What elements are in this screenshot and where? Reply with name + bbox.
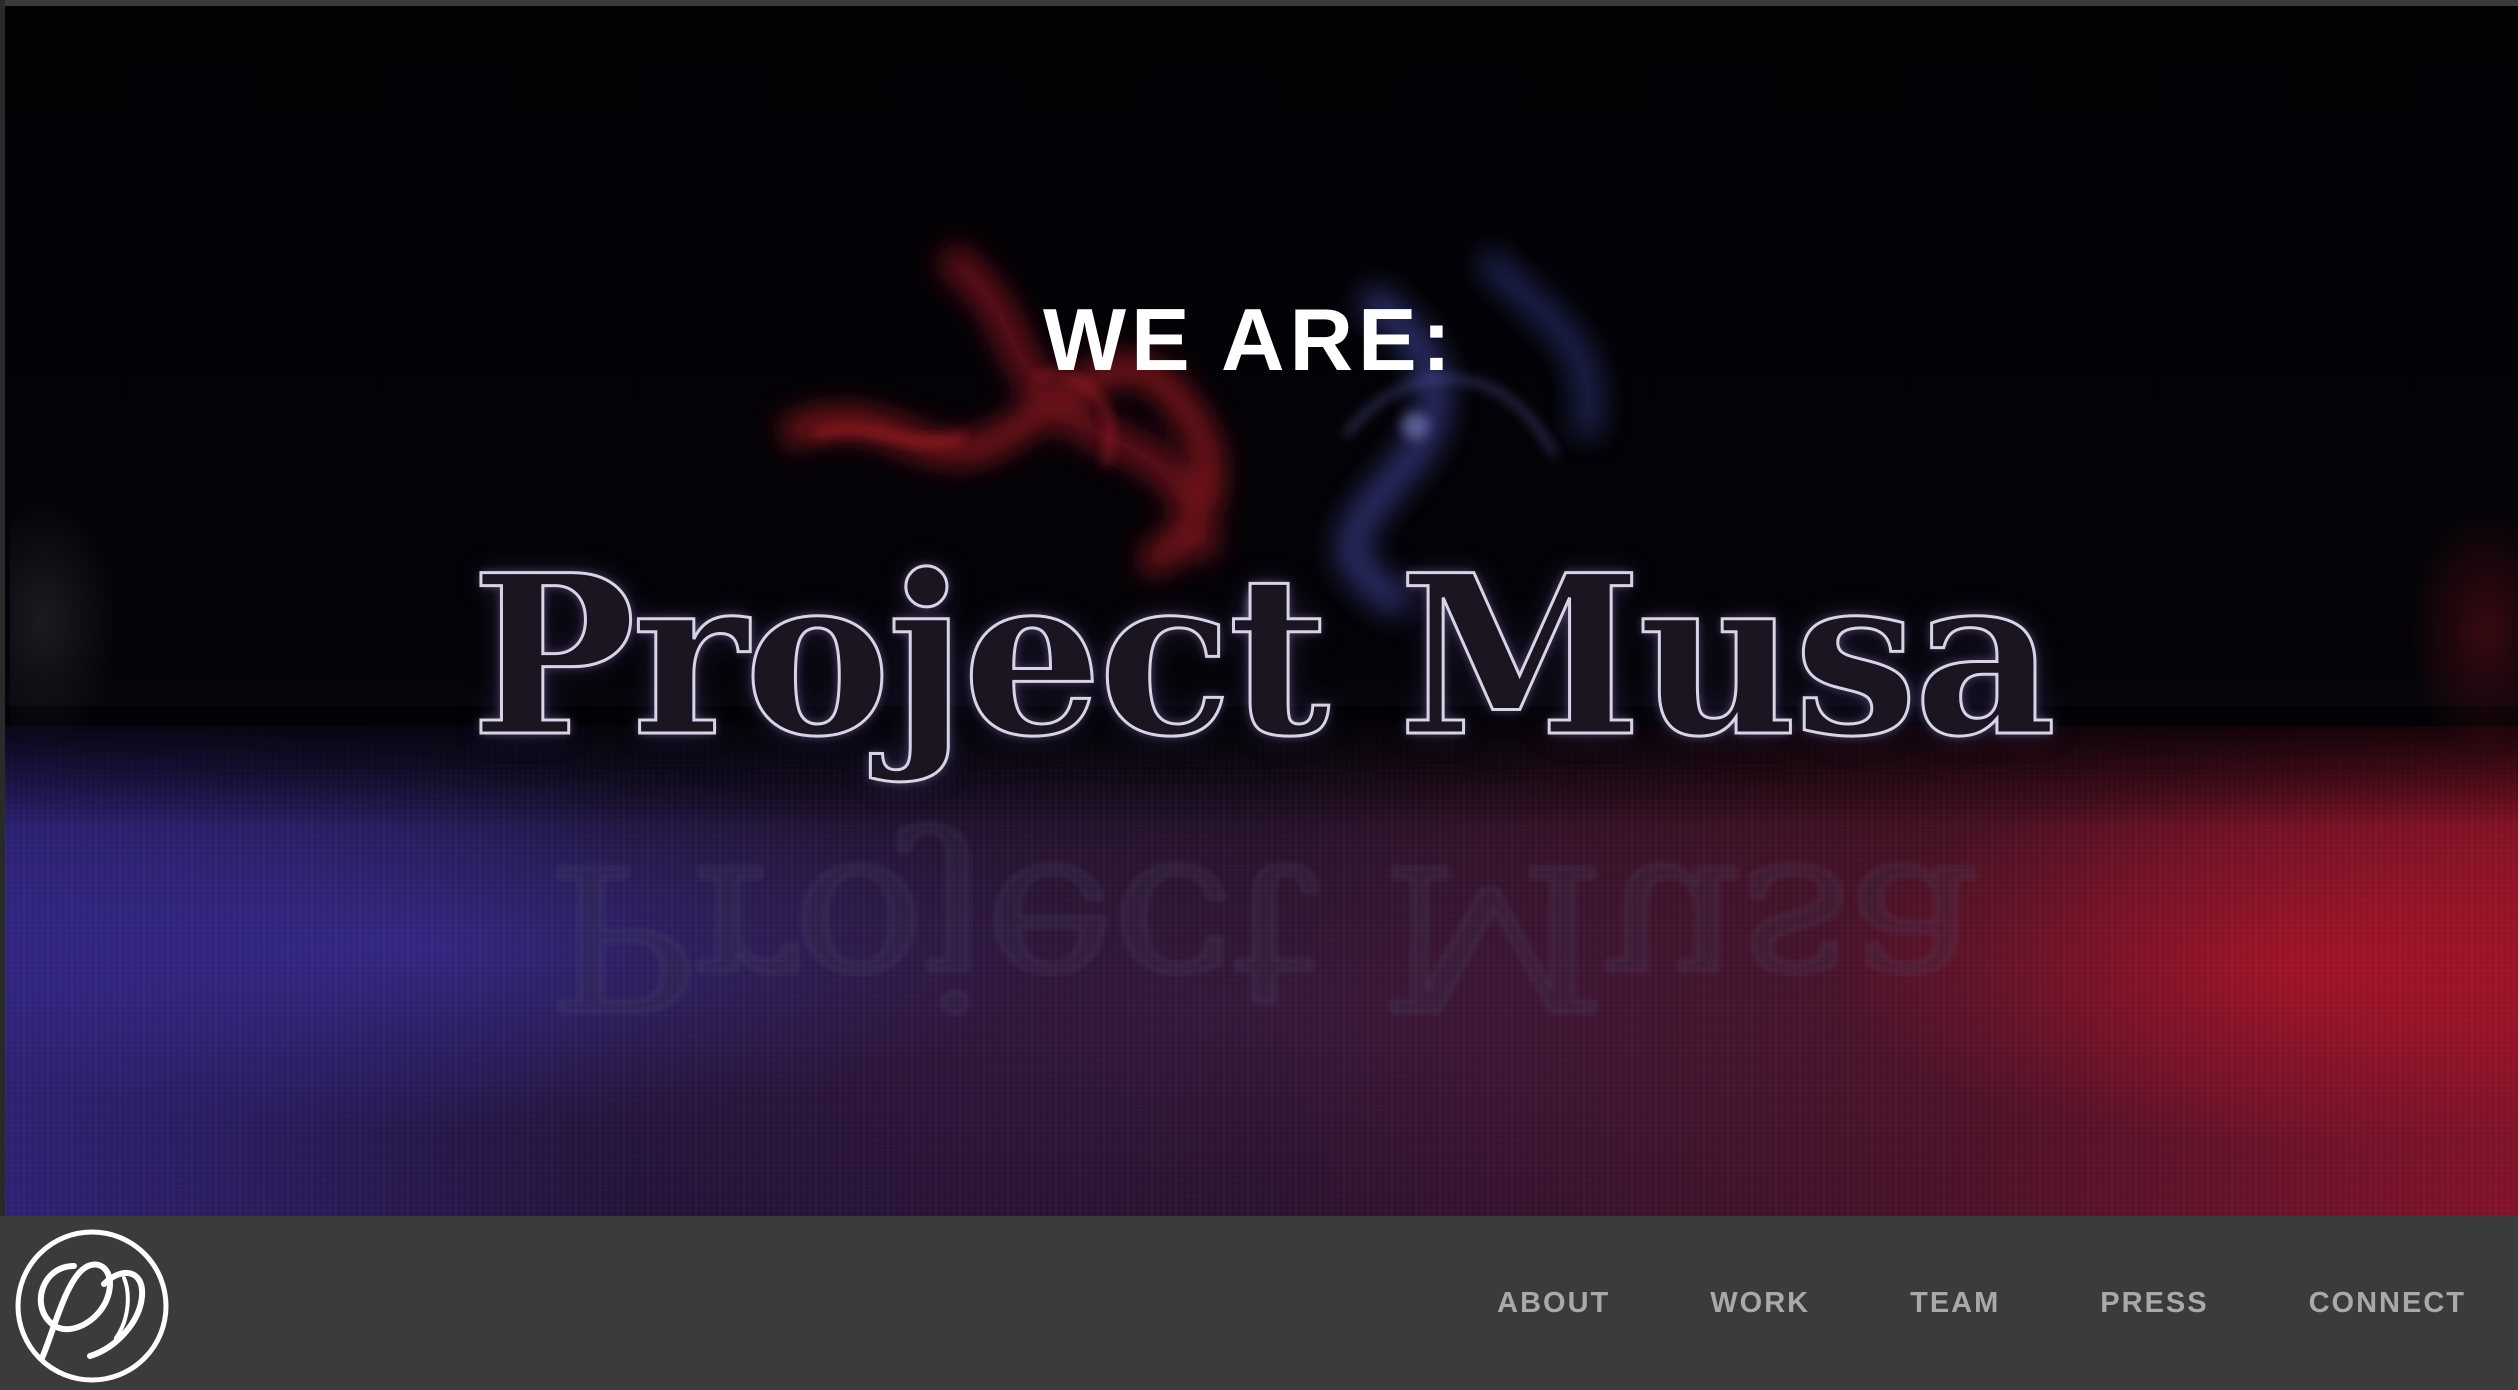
nav-link-press[interactable]: PRESS [2100, 1287, 2208, 1320]
window-left-border [0, 0, 5, 1216]
brand-title: Project Musa [469, 526, 2058, 785]
nav-link-about[interactable]: ABOUT [1497, 1287, 1610, 1320]
brand-title-reflection: Project Musa [546, 820, 1977, 1052]
hero-section: WE ARE: Project Musa Project Musa [5, 6, 2518, 1216]
main-nav-menu: ABOUT WORK TEAM PRESS CONNECT [1497, 1216, 2466, 1390]
nav-link-work[interactable]: WORK [1710, 1287, 1810, 1320]
hero-headline: WE ARE: [1043, 290, 1457, 389]
musa-logo-icon[interactable] [12, 1226, 172, 1386]
nav-link-team[interactable]: TEAM [1910, 1287, 2000, 1320]
page: WE ARE: Project Musa Project Musa ABOUT … [0, 0, 2518, 1390]
nav-link-connect[interactable]: CONNECT [2309, 1287, 2466, 1320]
site-navbar: ABOUT WORK TEAM PRESS CONNECT [0, 1216, 2518, 1390]
monogram-logo-icon [15, 1229, 169, 1383]
